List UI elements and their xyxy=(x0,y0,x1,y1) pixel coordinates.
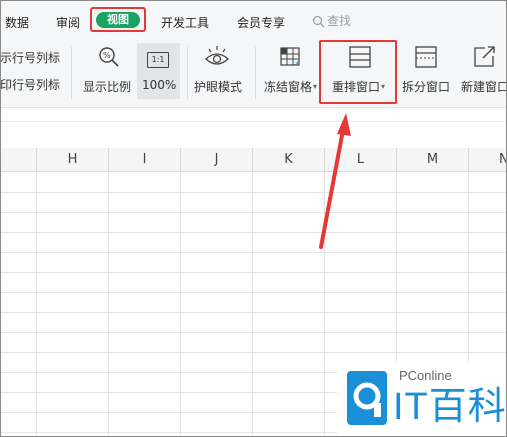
column-header-j[interactable]: J xyxy=(181,148,253,172)
tab-view-highlight: 视图 xyxy=(90,7,146,32)
arrange-windows-icon xyxy=(349,46,371,68)
split-window-label: 拆分窗口 xyxy=(402,80,451,94)
print-row-col-headers-option[interactable]: 印行号列标 xyxy=(1,76,60,93)
pconline-watermark: PConline IT百科 xyxy=(337,363,507,436)
grid-line xyxy=(1,352,506,353)
separator xyxy=(255,47,256,99)
column-header-n[interactable]: N xyxy=(469,148,506,172)
column-header-k[interactable]: K xyxy=(253,148,325,172)
divider xyxy=(1,121,506,122)
separator xyxy=(71,47,72,99)
show-row-col-headers-option[interactable]: 示行号列标 xyxy=(1,49,60,66)
grid-line xyxy=(1,212,506,213)
zoom-magnifier-icon: % xyxy=(99,47,119,67)
grid-line xyxy=(1,232,506,233)
search-box[interactable]: 查找 xyxy=(312,12,351,29)
column-header-h[interactable]: H xyxy=(37,148,109,172)
grid-line xyxy=(1,292,506,293)
zoom-100-button[interactable]: 1:1 100% xyxy=(137,43,180,99)
zoom-label: 显示比例 xyxy=(83,80,132,94)
tab-data[interactable]: 数据 xyxy=(5,14,29,31)
pconline-logo-icon xyxy=(347,371,387,425)
ribbon-toolbar: 示行号列标 印行号列标 % 显示比例 1:1 100% 护眼模式 * 冻结窗格▾… xyxy=(1,39,506,108)
new-window-label: 新建窗口 xyxy=(461,80,507,94)
eye-protection-label: 护眼模式 xyxy=(194,80,243,94)
tab-view[interactable]: 视图 xyxy=(96,12,140,28)
grid-line xyxy=(1,312,506,313)
watermark-subtitle: PConline xyxy=(399,368,452,383)
app-window: 数据 审阅 视图 开发工具 会员专享 查找 示行号列标 印行号列标 % 显示比例… xyxy=(0,0,507,437)
new-window-icon xyxy=(474,46,495,67)
one-to-one-icon: 1:1 xyxy=(147,52,169,68)
formula-bar-area xyxy=(1,108,506,148)
grid-line xyxy=(1,252,506,253)
svg-text:*: * xyxy=(295,60,300,69)
column-header-l[interactable]: L xyxy=(325,148,397,172)
chevron-down-icon: ▾ xyxy=(381,82,386,91)
search-placeholder: 查找 xyxy=(327,14,352,28)
search-icon xyxy=(312,15,325,28)
menu-bar: 数据 审阅 视图 开发工具 会员专享 查找 xyxy=(1,1,506,39)
freeze-panes-label: 冻结窗格▾ xyxy=(264,80,318,94)
column-header-m[interactable]: M xyxy=(397,148,469,172)
chevron-down-icon: ▾ xyxy=(313,82,318,91)
zoom-100-label: 100% xyxy=(142,78,177,92)
tab-member[interactable]: 会员专享 xyxy=(237,14,285,31)
tab-developer-tools[interactable]: 开发工具 xyxy=(161,14,209,31)
eye-icon xyxy=(205,46,229,65)
grid-line xyxy=(1,332,506,333)
column-header-g[interactable]: G xyxy=(1,148,37,172)
grid-line xyxy=(1,272,506,273)
tab-review[interactable]: 审阅 xyxy=(56,14,80,31)
svg-text:%: % xyxy=(103,51,111,60)
split-window-icon xyxy=(415,46,437,68)
separator xyxy=(187,47,188,99)
freeze-panes-icon: * xyxy=(280,47,300,69)
arrange-windows-label: 重排窗口▾ xyxy=(332,80,386,94)
column-header-i[interactable]: I xyxy=(109,148,181,172)
grid-line xyxy=(1,192,506,193)
watermark-title: IT百科 xyxy=(393,386,507,428)
